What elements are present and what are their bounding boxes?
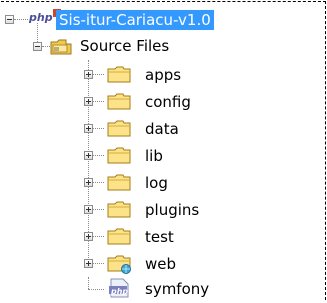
folder-icon	[107, 66, 131, 83]
tree-line	[93, 128, 104, 129]
folder-row[interactable]: apps	[0, 62, 327, 88]
expand-icon[interactable]	[84, 124, 93, 133]
folder-label[interactable]: web	[145, 254, 176, 274]
file-row[interactable]: php symfony	[0, 277, 327, 303]
folder-label[interactable]: apps	[145, 65, 181, 85]
tree-line	[88, 277, 89, 289]
expand-icon[interactable]	[84, 232, 93, 241]
folder-row[interactable]: log	[0, 170, 327, 196]
folder-row[interactable]: data	[0, 116, 327, 142]
web-folder-icon	[107, 255, 131, 274]
folder-row[interactable]: lib	[0, 143, 327, 169]
source-files-node[interactable]: Source Files	[0, 35, 327, 61]
folder-label[interactable]: log	[145, 173, 168, 193]
folder-icon	[107, 120, 131, 137]
folder-row[interactable]: plugins	[0, 197, 327, 223]
expand-icon[interactable]	[84, 70, 93, 79]
folder-icon	[107, 147, 131, 164]
collapse-icon[interactable]	[33, 42, 42, 51]
tree-line	[93, 101, 104, 102]
folder-icon	[107, 228, 131, 245]
folder-icon	[107, 93, 131, 110]
source-folder-icon	[50, 39, 72, 55]
tree-line	[93, 236, 104, 237]
collapse-icon[interactable]	[5, 15, 14, 24]
tree-line	[93, 155, 104, 156]
folder-icon	[107, 174, 131, 191]
folder-label[interactable]: plugins	[145, 200, 199, 220]
tree-line	[93, 263, 104, 264]
folder-row[interactable]: config	[0, 89, 327, 115]
folder-row[interactable]: test	[0, 224, 327, 250]
folder-icon	[107, 201, 131, 218]
tree-line	[93, 74, 104, 75]
folder-label[interactable]: data	[145, 119, 179, 139]
php-project-icon: php	[29, 11, 53, 24]
folder-label[interactable]: lib	[145, 146, 163, 166]
tree-root[interactable]: php Sis-itur-Cariacu-v1.0	[0, 7, 327, 33]
source-files-label[interactable]: Source Files	[80, 36, 169, 56]
expand-icon[interactable]	[84, 259, 93, 268]
tree-line	[93, 182, 104, 183]
folder-row[interactable]: web	[0, 251, 327, 277]
folder-label[interactable]: test	[145, 227, 174, 247]
tree-line	[88, 289, 104, 290]
project-name[interactable]: Sis-itur-Cariacu-v1.0	[56, 10, 214, 30]
expand-icon[interactable]	[84, 151, 93, 160]
file-label[interactable]: symfony	[145, 279, 209, 299]
tree-line	[93, 209, 104, 210]
php-file-badge: php	[111, 287, 129, 296]
folder-label[interactable]: config	[145, 92, 191, 112]
expand-icon[interactable]	[84, 178, 93, 187]
expand-icon[interactable]	[84, 205, 93, 214]
expand-icon[interactable]	[84, 97, 93, 106]
